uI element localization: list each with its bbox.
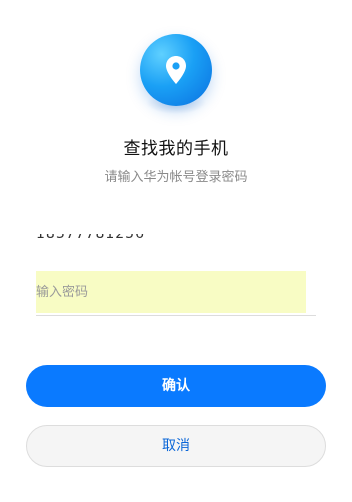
cancel-button[interactable]: 取消 (26, 425, 326, 467)
account-display: 18377781256 (36, 234, 316, 256)
page-title: 查找我的手机 (123, 139, 229, 159)
account-value: 18377781256 (36, 234, 145, 242)
app-icon-container (140, 34, 212, 114)
location-pin-glyph (166, 56, 186, 84)
page-subtitle: 请输入华为帐号登录密码 (104, 170, 248, 185)
password-underline (36, 315, 316, 316)
password-input[interactable] (36, 271, 306, 313)
confirm-button[interactable]: 确认 (26, 365, 326, 407)
location-pin-icon (140, 34, 212, 106)
